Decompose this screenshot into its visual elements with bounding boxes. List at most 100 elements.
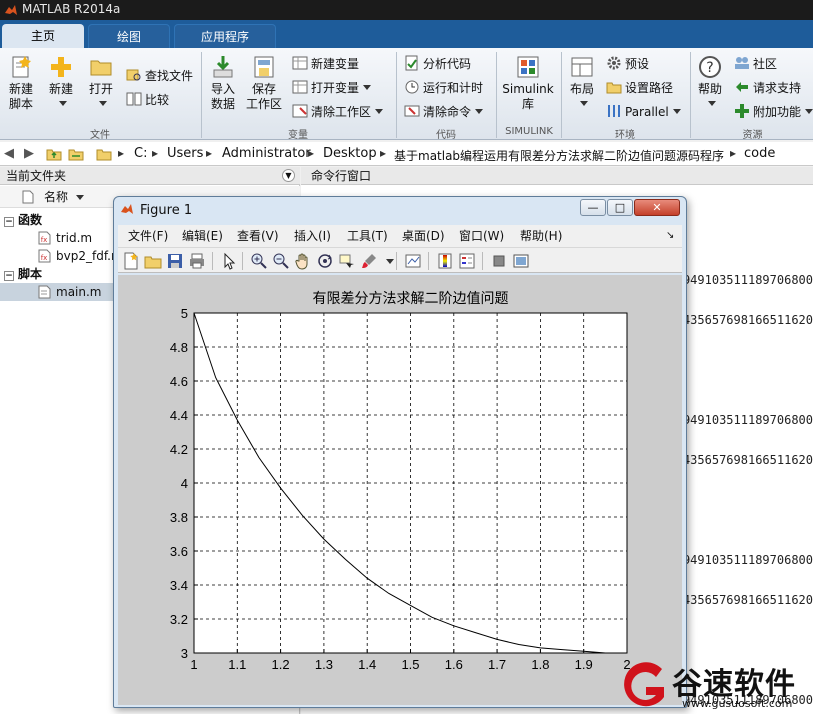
data-cursor-icon[interactable] — [338, 252, 356, 270]
command-window-title: 命令行窗口 — [301, 167, 813, 185]
save-workspace-button[interactable]: 保存 工作区 — [244, 54, 284, 112]
tab-home[interactable]: 主页 — [2, 24, 84, 48]
clear-workspace-button[interactable]: 清除工作区 — [292, 102, 384, 122]
breadcrumb-item[interactable]: code — [744, 146, 775, 161]
zoom-out-icon[interactable] — [272, 252, 290, 270]
y-tick-label: 4 — [181, 476, 188, 491]
maximize-button[interactable]: □ — [607, 199, 633, 216]
tab-apps[interactable]: 应用程序 — [174, 24, 276, 48]
figure-window[interactable]: Figure 1 — □ ✕ 文件(F) 编辑(E) 查看(V) 插入(I) 工… — [113, 196, 687, 708]
tree-group-scripts[interactable]: − 脚本 — [4, 265, 42, 283]
rotate-3d-icon[interactable] — [316, 252, 334, 270]
zoom-in-icon[interactable] — [250, 252, 268, 270]
menu-insert[interactable]: 插入(I) — [294, 225, 331, 247]
command-output-line: 2949103511189706800 — [675, 273, 813, 287]
clear-commands-button[interactable]: 清除命令 — [404, 102, 484, 122]
preferences-button[interactable]: 预设 — [606, 54, 649, 74]
collapse-icon[interactable]: − — [4, 217, 14, 227]
simulink-library-button[interactable]: Simulink 库 — [502, 54, 554, 112]
help-button[interactable]: ? 帮助 — [694, 54, 726, 112]
name-column-header[interactable]: 名称 — [44, 186, 68, 208]
compare-button[interactable]: 比较 — [126, 90, 169, 110]
matlab-logo-icon — [5, 5, 17, 15]
menu-file[interactable]: 文件(F) — [128, 225, 168, 247]
command-output-line: 2949103511189706800 — [675, 413, 813, 427]
new-script-button[interactable]: 新建 脚本 — [4, 54, 38, 112]
menu-tools[interactable]: 工具(T) — [347, 225, 388, 247]
run-and-time-label: 运行和计时 — [423, 81, 484, 95]
open-variable-button[interactable]: 打开变量 — [292, 78, 372, 98]
matlab-logo-icon — [121, 204, 133, 214]
layout-button[interactable]: 布局 — [566, 54, 598, 112]
parallel-button[interactable]: Parallel — [606, 102, 681, 122]
y-tick-label: 4.8 — [170, 340, 188, 355]
pointer-icon[interactable] — [220, 252, 238, 270]
svg-text:fx: fx — [41, 236, 48, 244]
file-name: trid.m — [56, 231, 93, 245]
menu-desktop[interactable]: 桌面(D) — [402, 225, 445, 247]
new-button[interactable]: 新建 — [44, 54, 78, 112]
show-plot-tools-icon[interactable] — [512, 252, 530, 270]
browse-folder-icon[interactable] — [68, 146, 84, 162]
community-button[interactable]: 社区 — [734, 54, 777, 74]
help-icon: ? — [699, 56, 721, 78]
set-path-button[interactable]: 设置路径 — [606, 78, 673, 98]
breadcrumb-item[interactable]: Administrator — [222, 146, 311, 161]
run-and-time-button[interactable]: 运行和计时 — [404, 78, 483, 98]
minimize-button[interactable]: — — [580, 199, 606, 216]
chevron-down-icon[interactable] — [386, 259, 394, 264]
list-item[interactable]: fx trid.m — [38, 229, 92, 247]
add-ons-label: 附加功能 — [753, 105, 802, 119]
breadcrumb-item[interactable]: Users — [167, 146, 203, 161]
legend-icon[interactable] — [458, 252, 476, 270]
tree-group-functions[interactable]: − 函数 — [4, 211, 42, 229]
close-button[interactable]: ✕ — [634, 199, 680, 216]
request-support-button[interactable]: 请求支持 — [734, 78, 801, 98]
file-name: main.m — [56, 285, 102, 299]
print-icon[interactable] — [188, 252, 206, 270]
open-label: 打开 — [88, 82, 113, 96]
panel-menu-icon[interactable]: ▼ — [282, 169, 295, 182]
find-files-button[interactable]: 查找文件 — [126, 66, 193, 86]
hide-plot-tools-icon[interactable] — [490, 252, 508, 270]
compare-icon — [126, 92, 142, 106]
menu-edit[interactable]: 编辑(E) — [182, 225, 223, 247]
menu-view[interactable]: 查看(V) — [237, 225, 279, 247]
import-data-button[interactable]: 导入 数据 — [206, 54, 240, 112]
up-folder-icon[interactable] — [46, 146, 62, 162]
breadcrumb-item[interactable]: 基于matlab编程运用有限差分方法求解二阶边值问题源码程序 — [394, 147, 724, 164]
parallel-label: Parallel — [625, 105, 669, 119]
layout-label: 布局 — [569, 82, 594, 96]
new-script-icon — [12, 56, 31, 78]
figure-canvas[interactable]: 1 1.1 1.2 1.3 1.4 1.5 1.6 1.7 1.8 1.9 2 3 3.2 3.4 3.6 3… — [118, 275, 682, 705]
analyze-code-button[interactable]: 分析代码 — [404, 54, 471, 74]
line-chart[interactable]: 1 1.1 1.2 1.3 1.4 1.5 1.6 1.7 1.8 1.9 233.23.43.63… — [118, 275, 682, 705]
y-tick-label: 4.2 — [170, 442, 188, 457]
dock-arrow-icon[interactable]: ↘ — [666, 225, 674, 247]
toolbar-separator — [396, 252, 397, 270]
forward-arrow-icon[interactable]: ▶ — [24, 146, 34, 161]
watermark-url: www.gusuosoft.com — [682, 697, 793, 710]
menu-help[interactable]: 帮助(H) — [520, 225, 562, 247]
collapse-icon[interactable]: − — [4, 271, 14, 281]
command-output-line: 3435657698166511620 — [675, 313, 813, 327]
tab-plots[interactable]: 绘图 — [88, 24, 170, 48]
breadcrumb-item[interactable]: Desktop — [323, 146, 377, 161]
breadcrumb-item[interactable]: C: — [134, 146, 147, 161]
add-ons-button[interactable]: 附加功能 — [734, 102, 813, 122]
resources-group-label: 资源 — [742, 130, 763, 141]
new-variable-button[interactable]: 新建变量 — [292, 54, 359, 74]
colorbar-icon[interactable] — [436, 252, 454, 270]
brush-icon[interactable] — [360, 252, 378, 270]
new-figure-icon[interactable] — [122, 252, 140, 270]
link-plot-icon[interactable] — [404, 252, 422, 270]
chevron-down-icon — [475, 109, 484, 114]
script-file-icon — [38, 285, 51, 299]
pan-hand-icon[interactable] — [294, 252, 312, 270]
back-arrow-icon[interactable]: ◀ — [4, 146, 14, 161]
open-file-icon[interactable] — [144, 252, 162, 270]
open-button[interactable]: 打开 — [84, 54, 118, 112]
save-icon[interactable] — [166, 252, 184, 270]
menu-window[interactable]: 窗口(W) — [459, 225, 504, 247]
list-item[interactable]: fx bvp2_fdf.m — [38, 247, 123, 265]
